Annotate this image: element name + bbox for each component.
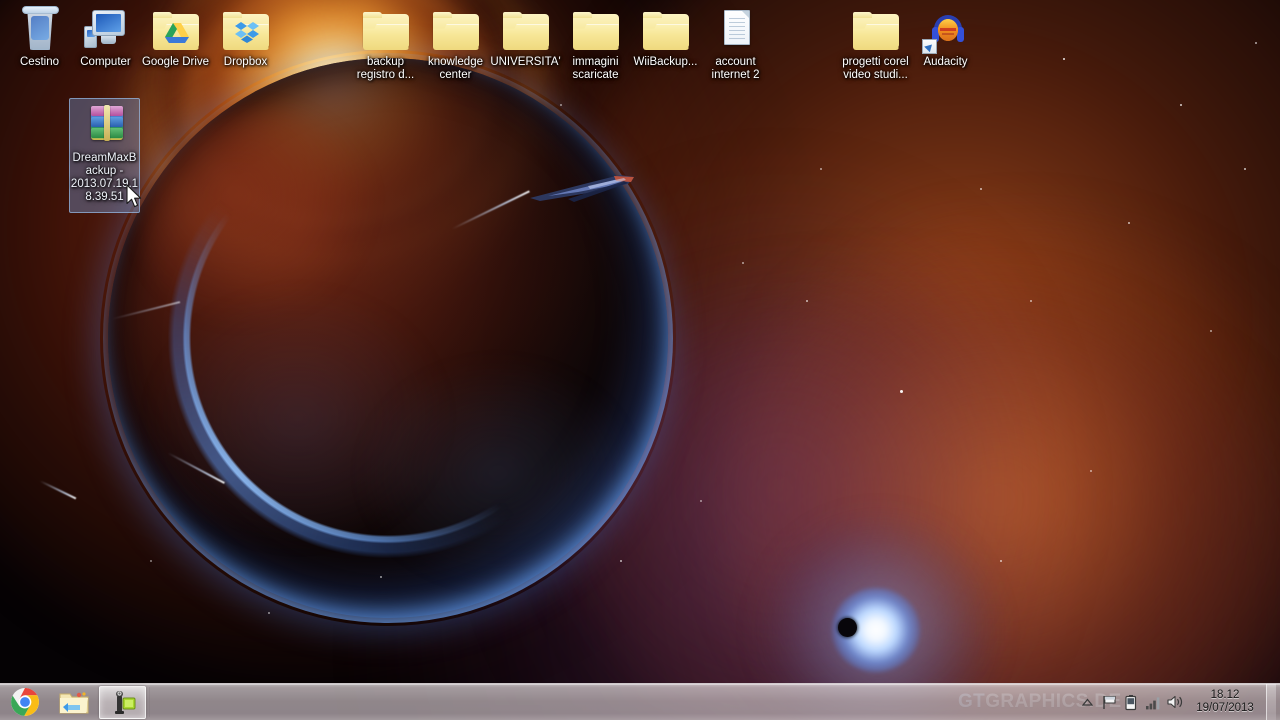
clock-time: 18.12 bbox=[1210, 689, 1240, 701]
folder-icon bbox=[432, 6, 480, 54]
desktop-icon-google-drive[interactable]: Google Drive bbox=[138, 6, 213, 69]
folder-icon bbox=[362, 6, 410, 54]
network-signal-icon[interactable] bbox=[1142, 686, 1164, 719]
desktop-icon-label: immagini scaricate bbox=[572, 56, 619, 81]
taskbar[interactable]: 18.12 19/07/2013 bbox=[0, 683, 1280, 720]
camcorder-icon bbox=[114, 691, 135, 714]
taskbar-button-chrome[interactable] bbox=[1, 686, 48, 719]
taskbar-button-recorder[interactable] bbox=[99, 685, 146, 719]
desktop-icon-wiibackup[interactable]: WiiBackup... bbox=[628, 6, 703, 69]
folder-icon bbox=[59, 692, 88, 714]
taskbar-button-explorer[interactable] bbox=[50, 686, 97, 719]
desktop-icon-immagini-scaricate[interactable]: immagini scaricate bbox=[558, 6, 633, 82]
recycle-bin-icon bbox=[16, 6, 64, 54]
document-icon bbox=[712, 6, 760, 54]
taskbar-clock[interactable]: 18.12 19/07/2013 bbox=[1186, 689, 1264, 715]
system-tray: 18.12 19/07/2013 bbox=[1076, 683, 1280, 720]
desktop-icon-audacity[interactable]: Audacity bbox=[908, 6, 983, 69]
computer-icon bbox=[82, 6, 130, 54]
desktop-icon-label: Cestino bbox=[20, 56, 59, 68]
clock-date: 19/07/2013 bbox=[1196, 702, 1254, 714]
winrar-archive-icon bbox=[81, 102, 129, 150]
volume-speaker-icon[interactable] bbox=[1164, 686, 1186, 719]
desktop-icon-label: Dropbox bbox=[223, 56, 268, 68]
shortcut-arrow-icon bbox=[921, 39, 937, 54]
desktop-icon-label: knowledge center bbox=[428, 56, 483, 81]
show-hidden-icons-icon[interactable] bbox=[1076, 686, 1098, 719]
folder-icon bbox=[642, 6, 690, 54]
folder-dropbox-icon bbox=[222, 6, 270, 54]
folder-google-drive-icon bbox=[152, 6, 200, 54]
desktop-icon-cestino[interactable]: Cestino bbox=[2, 6, 77, 69]
show-desktop-button[interactable] bbox=[1266, 683, 1276, 720]
action-center-flag-icon[interactable] bbox=[1098, 686, 1120, 719]
desktop-icon-progetti-corel[interactable]: progetti corel video studi... bbox=[838, 6, 913, 82]
folder-icon bbox=[502, 6, 550, 54]
chrome-icon bbox=[10, 688, 39, 716]
desktop-icon-label: Google Drive bbox=[141, 56, 210, 68]
desktop-icon-universita[interactable]: UNIVERSITA' bbox=[488, 6, 563, 69]
folder-icon bbox=[852, 6, 900, 54]
mouse-cursor bbox=[126, 184, 142, 208]
desktop-icon-backup-registro[interactable]: backup registro d... bbox=[348, 6, 423, 82]
audacity-icon bbox=[921, 6, 970, 54]
desktop-icon-computer[interactable]: Computer bbox=[68, 6, 143, 69]
desktop-icon-label: Audacity bbox=[923, 56, 968, 68]
desktop-icon-label: WiiBackup... bbox=[633, 56, 698, 68]
desktop-icon-account-internet-2[interactable]: account internet 2 bbox=[698, 6, 773, 82]
desktop-icon-knowledge-center[interactable]: knowledge center bbox=[418, 6, 493, 82]
taskbar-buttons bbox=[0, 684, 152, 720]
taskbar-divider bbox=[149, 687, 150, 717]
battery-icon[interactable] bbox=[1120, 686, 1142, 719]
desktop-wallpaper[interactable]: Cestino Computer Google Drive Dropbox ba… bbox=[0, 0, 1280, 720]
desktop-icon-label: account internet 2 bbox=[711, 56, 760, 81]
desktop-icon-label: progetti corel video studi... bbox=[842, 56, 909, 81]
desktop-icon-grid: Cestino Computer Google Drive Dropbox ba… bbox=[0, 0, 1280, 720]
folder-icon bbox=[572, 6, 620, 54]
desktop-icon-dropbox[interactable]: Dropbox bbox=[208, 6, 283, 69]
desktop-icon-label: Computer bbox=[80, 56, 131, 68]
desktop-icon-label: backup registro d... bbox=[356, 56, 415, 81]
desktop-icon-label: UNIVERSITA' bbox=[490, 56, 561, 68]
